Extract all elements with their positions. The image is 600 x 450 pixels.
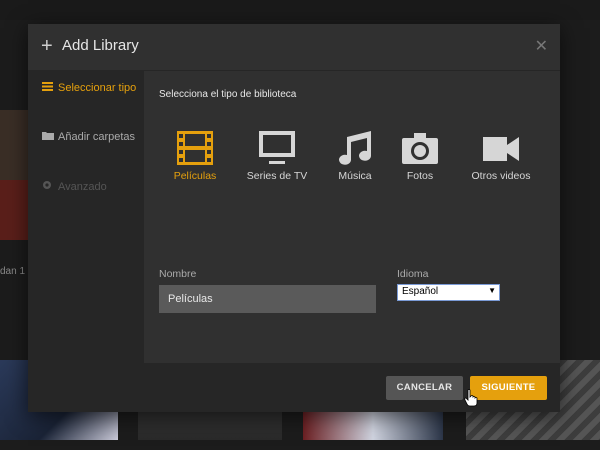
tv-icon	[259, 131, 295, 164]
stack-icon	[42, 80, 55, 97]
cancel-button[interactable]: CANCELAR	[386, 376, 463, 400]
library-type-label: Series de TV	[246, 170, 308, 182]
plus-icon: +	[41, 35, 53, 57]
library-type-label: Música	[338, 170, 372, 182]
background-poster	[0, 110, 28, 240]
library-type-other-videos[interactable]: Otros videos	[468, 131, 534, 182]
language-select[interactable]: Español ▼	[397, 284, 500, 301]
library-type-movies[interactable]: Películas	[172, 131, 218, 182]
video-camera-icon	[483, 137, 519, 161]
library-type-label: Fotos	[406, 170, 434, 182]
camera-icon	[402, 133, 438, 164]
library-type-label: Otros videos	[471, 170, 531, 182]
hand-cursor-icon	[464, 389, 478, 407]
dialog-title: Add Library	[62, 37, 139, 54]
library-type-label: Películas	[173, 170, 217, 182]
section-title: Selecciona el tipo de biblioteca	[159, 89, 297, 100]
language-label: Idioma	[397, 268, 429, 280]
sidebar-item-label: Avanzado	[58, 181, 107, 193]
library-type-tv-shows[interactable]: Series de TV	[244, 131, 310, 182]
background-top-bar	[0, 0, 600, 20]
sidebar-item-label: Añadir carpetas	[58, 131, 136, 143]
sidebar-item-label: Seleccionar tipo	[58, 82, 137, 94]
library-type-photos[interactable]: Fotos	[400, 131, 440, 182]
language-select-value: Español	[402, 286, 439, 297]
library-name-input[interactable]	[159, 285, 376, 313]
add-library-dialog: + Add Library ✕ Seleccionar tipo Añadir …	[28, 24, 560, 412]
background-partial-text: dan 1 (	[0, 266, 32, 277]
close-icon[interactable]: ✕	[535, 36, 548, 56]
music-icon	[339, 131, 371, 165]
sidebar-item-add-folders[interactable]: Añadir carpetas	[42, 129, 142, 146]
library-type-music[interactable]: Música	[333, 131, 377, 182]
dialog-footer: CANCELAR SIGUIENTE	[28, 363, 560, 412]
dialog-content: Selecciona el tipo de biblioteca Películ…	[144, 71, 560, 363]
dropdown-arrow-icon: ▼	[488, 286, 496, 295]
name-label: Nombre	[159, 268, 197, 280]
film-icon	[177, 131, 213, 165]
sidebar-item-advanced: Avanzado	[42, 179, 142, 196]
dialog-header: + Add Library ✕	[28, 24, 560, 71]
next-button[interactable]: SIGUIENTE	[470, 376, 547, 400]
gear-icon	[42, 179, 55, 196]
dialog-sidebar: Seleccionar tipo Añadir carpetas Avanzad…	[28, 71, 144, 363]
sidebar-item-select-type[interactable]: Seleccionar tipo	[42, 80, 142, 97]
folder-icon	[42, 129, 55, 146]
